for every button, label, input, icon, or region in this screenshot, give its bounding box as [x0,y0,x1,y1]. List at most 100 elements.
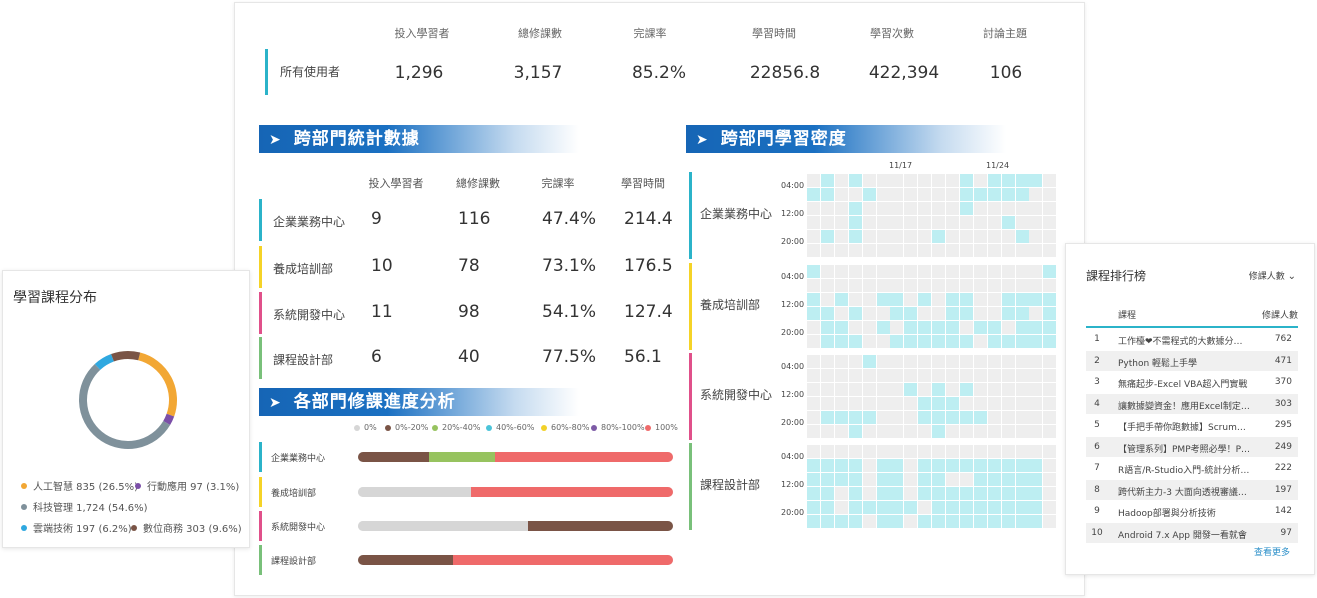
density-cell [959,382,973,396]
density-cell [932,292,946,306]
density-cell [834,458,848,472]
density-cell [890,486,904,500]
density-cell [1043,514,1057,528]
ranking-count: 222 [1274,463,1292,473]
ranking-row[interactable]: 6 【管理系列】PMP考照必學！P… 249 [1086,436,1298,457]
density-cell [807,500,820,514]
density-cell [1029,187,1043,201]
donut-slice [163,413,175,426]
legend-dot-icon [486,424,492,431]
progress-segment [495,452,673,462]
density-cell [1029,458,1043,472]
density-cell [959,445,973,458]
density-cell [862,382,876,396]
density-cell [807,265,820,278]
density-cell [1043,355,1057,368]
density-section-title: ➤ 跨部門學習密度 [686,125,1006,153]
density-cell [973,368,987,382]
progress-segment [358,555,453,565]
density-cell [834,368,848,382]
density-cell [946,424,959,438]
density-cell [1043,320,1057,334]
dashboard-main-card: 投入學習者 總修課數 完課率 學習時間 學習次數 討論主題 所有使用者 1,29… [234,2,1085,596]
donut-slice [94,354,115,370]
density-cell [1001,424,1015,438]
density-cell [848,458,862,472]
density-cell [987,174,1001,187]
summary-value-learners: 1,296 [394,63,444,83]
density-cell [932,500,946,514]
density-cell [904,445,918,458]
dept-stat-value: 40 [458,347,480,367]
ranking-row[interactable]: 8 跨代新主力-3 大面向透視審議… 197 [1086,479,1298,500]
ranking-row[interactable]: 5 【手把手帶你跑數據】Scrum… 295 [1086,415,1298,435]
density-cell [890,368,904,382]
density-cell [876,306,890,320]
density-cell [1029,500,1043,514]
density-cell [862,396,876,410]
density-cell [932,355,946,368]
density-cell [807,306,820,320]
density-cell [1001,306,1015,320]
density-cell [807,334,820,348]
density-cell [1001,410,1015,424]
density-cell [987,396,1001,410]
density-cell [848,201,862,215]
chevron-right-icon: ➤ [269,132,282,148]
ranking-row[interactable]: 9 Hadoop部署與分析技術 142 [1086,501,1298,521]
density-cell [834,278,848,292]
density-cell [946,306,959,320]
density-cell [932,368,946,382]
density-cell [876,368,890,382]
progress-bar [358,555,673,565]
density-cell [834,201,848,215]
density-cell [1029,306,1043,320]
ranking-row[interactable]: 1 工作檯❤不需程式的大數據分… 762 [1086,329,1298,349]
ranking-sort-dropdown[interactable]: 修課人數 ⌄ [1249,269,1296,282]
density-cell [848,472,862,486]
progress-segment [358,521,529,531]
summary-header-time: 學習時間 [752,27,796,40]
ranking-row[interactable]: 2 Python 輕鬆上手學 471 [1086,350,1298,371]
density-cell [862,306,876,320]
ranking-row[interactable]: 10 Android 7.x App 開發一看就會 97 [1086,522,1298,543]
progress-legend-item: 60%-80% [541,423,589,432]
ranking-row[interactable]: 7 R語言/R-Studio入門-統計分析… 222 [1086,458,1298,478]
density-cell [862,410,876,424]
density-cell [1029,320,1043,334]
density-cell [918,243,932,257]
density-cell [918,486,932,500]
density-cell [932,243,946,257]
density-cell [932,410,946,424]
density-cell [820,174,834,187]
density-cell [1001,355,1015,368]
density-cell [973,229,987,243]
density-cell [890,278,904,292]
density-cell [890,201,904,215]
density-cell [876,514,890,528]
density-cell [1001,500,1015,514]
legend-dot-icon [541,424,547,431]
ranking-row[interactable]: 3 無痛起步-Excel VBA超入門實戰 370 [1086,372,1298,392]
density-cell [1015,396,1029,410]
progress-segment [528,521,673,531]
density-cell [876,396,890,410]
density-cell [876,334,890,348]
density-cell [876,445,890,458]
density-cell [834,396,848,410]
progress-row: 課程設計部 [259,545,679,575]
density-cell [959,243,973,257]
ranking-row[interactable]: 4 讓數據變資金！應用Excel制定… 303 [1086,393,1298,414]
density-cell [1001,229,1015,243]
density-cell [1043,215,1057,229]
legend-dot-icon [135,482,141,489]
density-cell [834,265,848,278]
density-cell [834,472,848,486]
density-cell [876,243,890,257]
density-cell [890,355,904,368]
density-cell [807,243,820,257]
density-cell [1015,243,1029,257]
ranking-more-link[interactable]: 查看更多 [1254,545,1290,558]
dept-stats-row: 系統開發中心 11 98 54.1% 127.4 [259,292,679,334]
density-cell [876,424,890,438]
